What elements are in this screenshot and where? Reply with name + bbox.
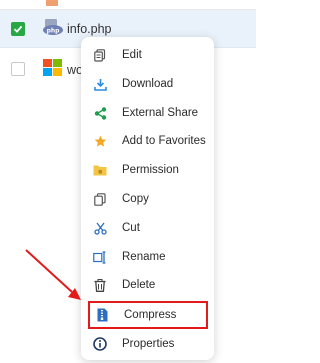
annotation-arrow	[25, 249, 81, 300]
